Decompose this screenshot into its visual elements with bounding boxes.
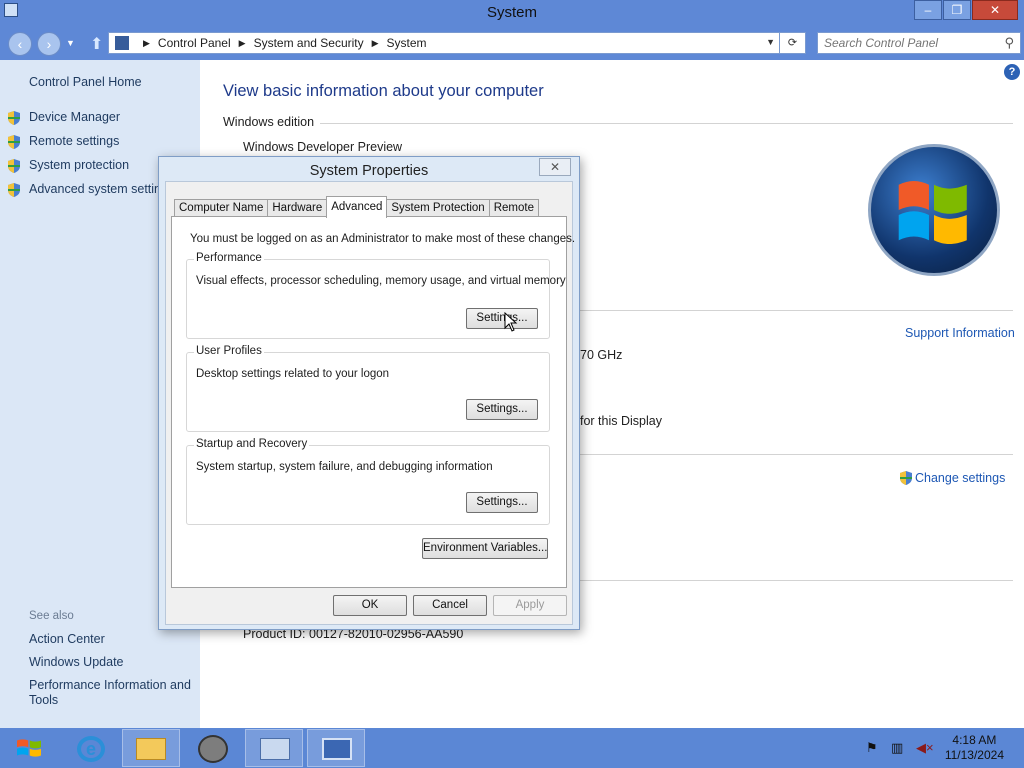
user-profiles-settings-button[interactable]: Settings... xyxy=(466,399,538,420)
raccoon-icon xyxy=(198,735,228,763)
control-panel-icon xyxy=(115,36,129,50)
control-panel-taskbar-button[interactable] xyxy=(245,729,303,767)
internet-explorer-icon: e xyxy=(77,736,105,762)
divider xyxy=(580,580,1013,581)
see-also-action-center[interactable]: Action Center xyxy=(29,632,105,646)
startup-recovery-desc: System startup, system failure, and debu… xyxy=(196,461,493,473)
title-bar: System – ❐ ✕ xyxy=(0,0,1024,28)
clock-date: 11/13/2024 xyxy=(944,748,1004,762)
search-icon[interactable]: ⚲ xyxy=(1004,35,1014,51)
clock[interactable]: 4:18 AM 11/13/2024 xyxy=(945,733,1004,763)
tab-strip: Computer Name Hardware Advanced System P… xyxy=(174,196,539,218)
breadcrumb-separator-icon[interactable]: ▶ xyxy=(372,38,379,49)
recent-pages-dropdown-icon[interactable]: ▼ xyxy=(66,38,75,48)
search-input[interactable] xyxy=(824,33,994,53)
file-explorer-taskbar-button[interactable] xyxy=(122,729,180,767)
divider xyxy=(320,123,1013,124)
taskbar: e ⚑ ▥ ◀× 4:18 AM 11/13/2024 xyxy=(0,728,1024,768)
address-bar: ‹ › ▼ ⬆ ▶ Control Panel ▶ System and Sec… xyxy=(0,28,1024,60)
shield-icon xyxy=(8,183,20,197)
sidebar-item-advanced-system-settings[interactable]: Advanced system settings xyxy=(29,182,174,196)
startup-recovery-settings-button[interactable]: Settings... xyxy=(466,492,538,513)
apply-button[interactable]: Apply xyxy=(493,595,567,616)
cancel-button[interactable]: Cancel xyxy=(413,595,487,616)
back-button[interactable]: ‹ xyxy=(8,32,32,56)
performance-desc: Visual effects, processor scheduling, me… xyxy=(196,275,566,287)
control-panel-icon xyxy=(260,738,290,760)
startup-recovery-group: Startup and Recovery System startup, sys… xyxy=(186,438,550,525)
breadcrumb-system-and-security[interactable]: System and Security xyxy=(254,36,364,50)
refresh-button[interactable]: ⟳ xyxy=(780,32,806,54)
breadcrumb[interactable]: ▶ Control Panel ▶ System and Security ▶ … xyxy=(108,32,780,54)
processor-speed-value: 70 GHz xyxy=(580,348,623,362)
network-icon[interactable]: ▥ xyxy=(891,740,903,756)
window-controls: – ❐ ✕ xyxy=(913,0,1018,20)
mouse-cursor-icon xyxy=(504,312,518,332)
windows-logo xyxy=(868,144,1000,276)
internet-explorer-taskbar-button[interactable]: e xyxy=(62,729,120,767)
system-icon xyxy=(322,738,352,760)
close-button[interactable]: ✕ xyxy=(972,0,1018,20)
maximize-button[interactable]: ❐ xyxy=(943,0,971,20)
forward-button[interactable]: › xyxy=(37,32,61,56)
divider xyxy=(580,454,1013,455)
search-box[interactable]: ⚲ xyxy=(817,32,1021,54)
shield-icon xyxy=(8,135,20,149)
raccoon-app-taskbar-button[interactable] xyxy=(183,729,241,767)
performance-group: Performance Visual effects, processor sc… xyxy=(186,252,566,339)
window-title: System xyxy=(486,4,537,21)
action-center-flag-icon[interactable]: ⚑ xyxy=(866,740,878,756)
advanced-tab-panel: You must be logged on as an Administrato… xyxy=(171,216,575,588)
shield-icon xyxy=(8,111,20,125)
dialog-body: Computer Name Hardware Advanced System P… xyxy=(165,181,575,625)
sidebar-item-device-manager[interactable]: Device Manager xyxy=(29,110,120,124)
performance-title: Performance xyxy=(194,252,264,264)
windows-edition-heading: Windows edition xyxy=(223,115,315,129)
clock-time: 4:18 AM xyxy=(952,733,997,747)
user-profiles-desc: Desktop settings related to your logon xyxy=(196,368,390,380)
ok-button[interactable]: OK xyxy=(333,595,407,616)
page-title: View basic information about your comput… xyxy=(223,82,544,100)
see-also-performance-information[interactable]: Performance Information and Tools xyxy=(29,678,194,708)
user-profiles-title: User Profiles xyxy=(194,345,264,357)
user-profiles-group: User Profiles Desktop settings related t… xyxy=(186,345,550,432)
sidebar-item-system-protection[interactable]: System protection xyxy=(29,158,129,172)
control-panel-home-link[interactable]: Control Panel Home xyxy=(29,75,142,89)
environment-variables-button[interactable]: Environment Variables... xyxy=(422,538,548,559)
pen-touch-value: for this Display xyxy=(580,414,662,428)
breadcrumb-system[interactable]: System xyxy=(387,36,427,50)
see-also-windows-update[interactable]: Windows Update xyxy=(29,655,124,669)
up-arrow-icon[interactable]: ⬆ xyxy=(90,34,103,54)
folder-icon xyxy=(136,738,166,760)
startup-recovery-title: Startup and Recovery xyxy=(194,438,310,450)
system-properties-dialog: System Properties ✕ Computer Name Hardwa… xyxy=(158,156,580,630)
help-icon[interactable]: ? xyxy=(1004,64,1020,80)
volume-muted-icon[interactable]: ◀× xyxy=(916,740,934,756)
windows-start-icon xyxy=(17,739,41,757)
breadcrumb-separator-icon[interactable]: ▶ xyxy=(143,38,150,49)
tab-advanced[interactable]: Advanced xyxy=(326,196,388,218)
address-dropdown-icon[interactable]: ▼ xyxy=(766,37,775,47)
dialog-close-button[interactable]: ✕ xyxy=(539,158,571,176)
windows-edition-value: Windows Developer Preview xyxy=(243,140,403,154)
divider xyxy=(580,310,1013,311)
sidebar-item-remote-settings[interactable]: Remote settings xyxy=(29,134,119,148)
minimize-button[interactable]: – xyxy=(914,0,942,20)
breadcrumb-separator-icon[interactable]: ▶ xyxy=(239,38,246,49)
change-settings-link[interactable]: Change settings xyxy=(915,471,1005,485)
see-also-heading: See also xyxy=(29,610,74,622)
performance-settings-button[interactable]: Settings... xyxy=(466,308,538,329)
admin-note: You must be logged on as an Administrato… xyxy=(190,233,576,245)
start-button[interactable] xyxy=(0,728,58,768)
shield-icon xyxy=(8,159,20,173)
shield-icon xyxy=(900,471,912,485)
breadcrumb-control-panel[interactable]: Control Panel xyxy=(158,36,231,50)
system-window-taskbar-button[interactable] xyxy=(307,729,365,767)
dialog-title: System Properties xyxy=(309,163,429,179)
support-information-link[interactable]: Support Information xyxy=(905,326,1015,340)
